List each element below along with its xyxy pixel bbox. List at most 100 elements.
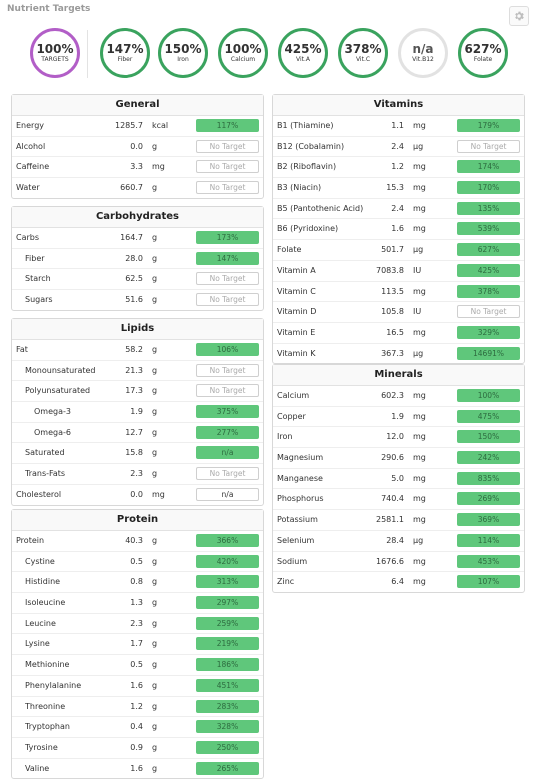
nutrient-row[interactable]: Tryptophan 0.4 g 328% (12, 717, 263, 738)
nutrient-row[interactable]: Lysine 1.7 g 219% (12, 634, 263, 656)
nutrient-row[interactable]: Energy 1285.7 kcal 117% (12, 116, 263, 137)
nutrient-row[interactable]: B12 (Cobalamin) 2.4 µg No Target (273, 137, 524, 158)
nutrient-amount: 12.0 (386, 432, 404, 442)
nutrient-unit: g (152, 660, 158, 670)
nutrient-row[interactable]: Saturated 15.8 g n/a (12, 443, 263, 465)
nutrient-row[interactable]: Phenylalanine 1.6 g 451% (12, 676, 263, 697)
nutrient-name: Iron (277, 432, 293, 442)
summary-ring-vit-a[interactable]: 425% Vit.A (278, 28, 328, 78)
nutrient-row[interactable]: Trans-Fats 2.3 g No Target (12, 464, 263, 485)
nutrient-row[interactable]: Cholesterol 0.0 mg n/a (12, 485, 263, 505)
nutrient-row[interactable]: Iron 12.0 mg 150% (273, 427, 524, 449)
nutrient-unit: g (152, 722, 158, 732)
nutrient-row[interactable]: B3 (Niacin) 15.3 mg 170% (273, 178, 524, 199)
target-percent-bar: No Target (196, 467, 259, 481)
nutrient-row[interactable]: Leucine 2.3 g 259% (12, 614, 263, 635)
nutrient-row[interactable]: Fiber 28.0 g 147% (12, 249, 263, 270)
nutrient-row[interactable]: Vitamin E 16.5 mg 329% (273, 323, 524, 344)
summary-label: Calcium (230, 56, 256, 63)
nutrient-row[interactable]: Vitamin C 113.5 mg 378% (273, 282, 524, 303)
nutrient-row[interactable]: B5 (Pantothenic Acid) 2.4 mg 135% (273, 199, 524, 220)
target-percent-bar: 219% (196, 637, 259, 651)
nutrient-row[interactable]: Carbs 164.7 g 173% (12, 228, 263, 249)
nutrient-row[interactable]: Histidine 0.8 g 313% (12, 572, 263, 594)
target-percent-bar: 100% (457, 389, 520, 402)
summary-ring-folate[interactable]: 627% Folate (458, 28, 508, 78)
nutrient-name: B2 (Riboflavin) (277, 162, 337, 172)
nutrient-row[interactable]: Zinc 6.4 mg 107% (273, 572, 524, 592)
nutrient-name: Water (16, 183, 40, 193)
nutrient-name: Starch (25, 274, 51, 284)
nutrient-unit: µg (413, 245, 424, 255)
nutrient-row[interactable]: Magnesium 290.6 mg 242% (273, 448, 524, 469)
summary-ring-fiber[interactable]: 147% Fiber (100, 28, 150, 78)
nutrient-row[interactable]: Potassium 2581.1 mg 369% (273, 510, 524, 531)
summary-percent: 627% (464, 42, 502, 56)
target-percent-bar: No Target (196, 181, 259, 195)
summary-ring-vit-c[interactable]: 378% Vit.C (338, 28, 388, 78)
nutrient-row[interactable]: Sodium 1676.6 mg 453% (273, 552, 524, 573)
nutrient-row[interactable]: Cystine 0.5 g 420% (12, 552, 263, 573)
nutrient-row[interactable]: Tyrosine 0.9 g 250% (12, 738, 263, 759)
summary-ring-vit-b12[interactable]: n/a Vit.B12 (398, 28, 448, 78)
nutrient-unit: IU (413, 265, 422, 275)
nutrient-amount: 2581.1 (376, 515, 404, 525)
nutrient-name: Manganese (277, 473, 323, 483)
nutrient-unit: g (152, 469, 158, 479)
nutrient-row[interactable]: Vitamin D 105.8 IU No Target (273, 302, 524, 323)
nutrient-unit: g (152, 639, 158, 649)
nutrient-row[interactable]: Sugars 51.6 g No Target (12, 290, 263, 310)
nutrient-row[interactable]: Water 660.7 g No Target (12, 178, 263, 198)
nutrient-row[interactable]: Copper 1.9 mg 475% (273, 407, 524, 428)
nutrient-row[interactable]: B1 (Thiamine) 1.1 mg 179% (273, 116, 524, 137)
nutrient-row[interactable]: Alcohol 0.0 g No Target (12, 137, 263, 158)
nutrient-amount: 17.3 (125, 386, 143, 396)
nutrient-amount: 105.8 (381, 307, 404, 317)
nutrient-row[interactable]: Protein 40.3 g 366% (12, 531, 263, 552)
nutrient-row[interactable]: Calcium 602.3 mg 100% (273, 386, 524, 407)
nutrient-amount: 21.3 (125, 365, 143, 375)
nutrient-row[interactable]: Valine 1.6 g 265% (12, 759, 263, 779)
nutrient-row[interactable]: Caffeine 3.3 mg No Target (12, 157, 263, 179)
summary-rings: 100% TARGETS 147% Fiber 150% Iron 100% Calcium 4… (0, 28, 535, 80)
summary-label: Vit.C (355, 56, 371, 63)
panel-title: Minerals (273, 365, 524, 386)
nutrient-unit: g (152, 427, 158, 437)
target-percent-bar: 420% (196, 554, 259, 568)
target-percent-bar: 475% (457, 409, 520, 423)
nutrient-amount: 1.9 (130, 407, 143, 417)
nutrient-row[interactable]: Monounsaturated 21.3 g No Target (12, 361, 263, 382)
nutrient-row[interactable]: Phosphorus 740.4 mg 269% (273, 489, 524, 511)
nutrient-row[interactable]: Isoleucine 1.3 g 297% (12, 593, 263, 614)
nutrient-row[interactable]: Methionine 0.5 g 186% (12, 655, 263, 676)
nutrient-row[interactable]: Threonine 1.2 g 283% (12, 697, 263, 718)
nutrient-row[interactable]: Omega-6 12.7 g 277% (12, 423, 263, 444)
nutrient-unit: g (152, 183, 158, 193)
summary-ring-iron[interactable]: 150% Iron (158, 28, 208, 78)
nutrient-unit: mg (413, 162, 426, 172)
summary-label: Vit.A (295, 56, 310, 63)
nutrient-amount: 501.7 (381, 245, 404, 255)
target-percent-bar: 250% (196, 740, 259, 754)
nutrient-name: Histidine (25, 577, 61, 587)
settings-button[interactable] (509, 6, 529, 26)
summary-ring-targets[interactable]: 100% TARGETS (30, 28, 80, 78)
nutrient-row[interactable]: B2 (Riboflavin) 1.2 mg 174% (273, 157, 524, 179)
nutrient-row[interactable]: Omega-3 1.9 g 375% (12, 402, 263, 423)
nutrient-row[interactable]: Manganese 5.0 mg 835% (273, 469, 524, 490)
nutrient-row[interactable]: Vitamin A 7083.8 IU 425% (273, 261, 524, 282)
nutrient-unit: mg (413, 411, 426, 421)
nutrient-row[interactable]: Folate 501.7 µg 627% (273, 240, 524, 261)
nutrient-row[interactable]: Polyunsaturated 17.3 g No Target (12, 381, 263, 403)
nutrient-row[interactable]: Starch 62.5 g No Target (12, 269, 263, 291)
nutrient-name: Sugars (25, 295, 53, 305)
nutrient-row[interactable]: Fat 58.2 g 106% (12, 340, 263, 361)
nutrient-row[interactable]: Vitamin K 367.3 µg 14691% (273, 344, 524, 364)
nutrient-row[interactable]: B6 (Pyridoxine) 1.6 mg 539% (273, 219, 524, 241)
nutrient-name: Selenium (277, 535, 315, 545)
summary-ring-calcium[interactable]: 100% Calcium (218, 28, 268, 78)
nutrient-name: Valine (25, 763, 50, 773)
target-percent-bar: 369% (457, 513, 520, 527)
nutrient-amount: 12.7 (125, 427, 143, 437)
nutrient-row[interactable]: Selenium 28.4 µg 114% (273, 531, 524, 552)
